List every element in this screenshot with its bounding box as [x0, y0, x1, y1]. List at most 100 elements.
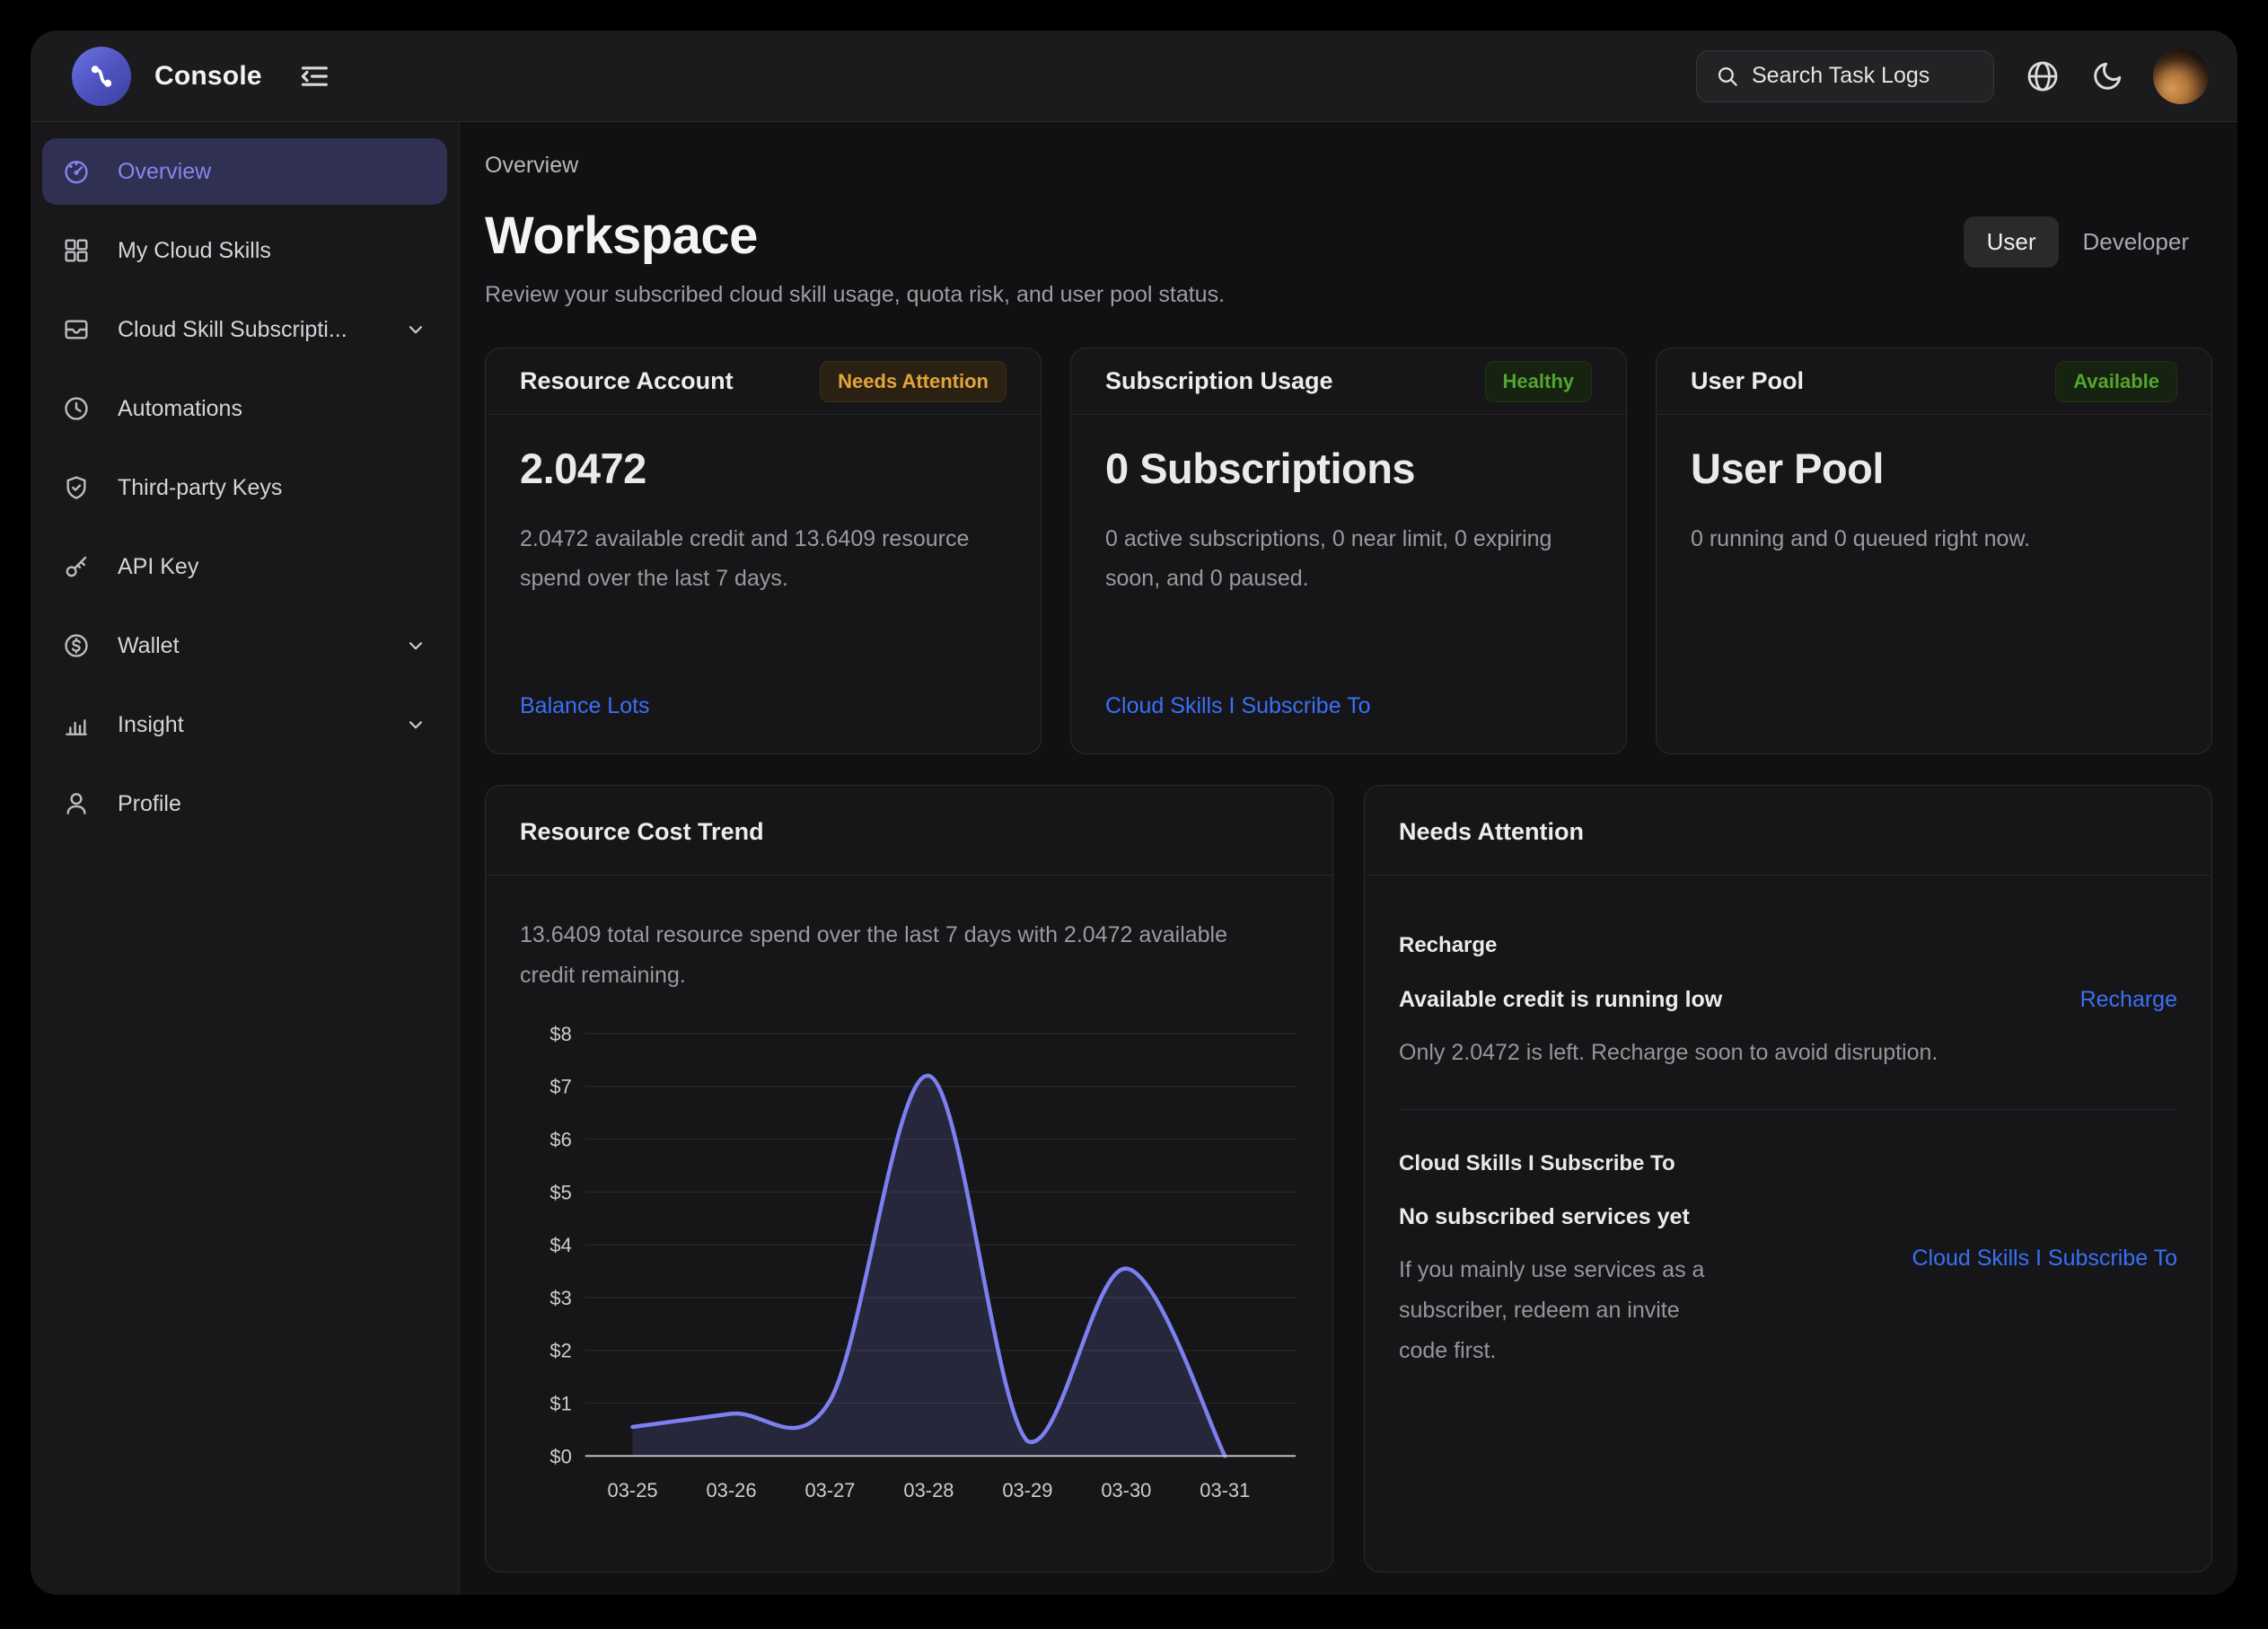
recharge-link[interactable]: Recharge — [2080, 987, 2177, 1013]
user-avatar[interactable] — [2153, 48, 2209, 104]
status-badge: Healthy — [1485, 361, 1592, 402]
console-window: Console Search Task Logs — [31, 31, 2237, 1595]
svg-text:03-30: 03-30 — [1101, 1479, 1151, 1501]
app-logo — [72, 47, 131, 106]
user-icon — [62, 789, 91, 818]
stat-description: 0 active subscriptions, 0 near limit, 0 … — [1105, 520, 1592, 599]
moon-icon — [2091, 59, 2124, 92]
sidebar-collapse-button[interactable] — [296, 58, 332, 94]
divider — [1399, 1109, 2177, 1110]
sidebar-item-cloud-skill-subscriptions[interactable]: Cloud Skill Subscripti... — [42, 296, 447, 363]
main-content: Overview Workspace Review your subscribe… — [460, 122, 2237, 1595]
stat-description: 0 running and 0 queued right now. — [1691, 520, 2177, 559]
card-title: Resource Cost Trend — [520, 818, 764, 845]
attention-section-label: Recharge — [1399, 928, 1938, 964]
stat-description: 2.0472 available credit and 13.6409 reso… — [520, 520, 1007, 599]
bottom-row: Resource Cost Trend 13.6409 total resour… — [485, 785, 2212, 1572]
clock-icon — [62, 394, 91, 423]
theme-toggle-button[interactable] — [2091, 59, 2124, 92]
card-body: 0 Subscriptions 0 active subscriptions, … — [1071, 415, 1626, 753]
card-header: User Pool Available — [1657, 348, 2211, 415]
sidebar-item-label: Overview — [118, 159, 211, 185]
card-body: User Pool 0 running and 0 queued right n… — [1657, 415, 2211, 753]
sidebar-item-third-party-keys[interactable]: Third-party Keys — [42, 454, 447, 521]
card-header: Subscription Usage Healthy — [1071, 348, 1626, 415]
svg-text:$6: $6 — [549, 1129, 571, 1151]
sidebar: Overview My Cloud Skills — [31, 122, 460, 1595]
key-icon — [62, 552, 91, 581]
attention-item-subscriptions: Cloud Skills I Subscribe To No subscribe… — [1399, 1146, 2177, 1372]
sidebar-item-label: My Cloud Skills — [118, 238, 271, 264]
card-header: Needs Attention — [1365, 786, 2211, 876]
attention-item-text: Recharge Available credit is running low… — [1399, 928, 1938, 1073]
sidebar-item-api-key[interactable]: API Key — [42, 533, 447, 600]
card-title: Needs Attention — [1399, 818, 1584, 845]
svg-text:$1: $1 — [549, 1392, 571, 1414]
svg-text:$0: $0 — [549, 1445, 571, 1467]
svg-text:$5: $5 — [549, 1181, 571, 1203]
sidebar-item-label: Cloud Skill Subscripti... — [118, 317, 347, 343]
svg-text:03-25: 03-25 — [608, 1479, 658, 1501]
sidebar-item-insight[interactable]: Insight — [42, 691, 447, 758]
attention-text: If you mainly use services as a subscrib… — [1399, 1250, 1713, 1371]
user-pool-card: User Pool Available User Pool 0 running … — [1656, 348, 2212, 754]
status-badge: Available — [2055, 361, 2177, 402]
chevron-down-icon — [404, 318, 427, 341]
svg-text:$2: $2 — [549, 1340, 571, 1362]
balance-lots-link[interactable]: Balance Lots — [520, 693, 650, 719]
chevron-down-icon — [404, 713, 427, 736]
resource-account-card: Resource Account Needs Attention 2.0472 … — [485, 348, 1042, 754]
chart-description: 13.6409 total resource spend over the la… — [520, 915, 1274, 996]
sidebar-item-my-cloud-skills[interactable]: My Cloud Skills — [42, 217, 447, 284]
view-toggle: User Developer — [1964, 216, 2212, 268]
card-header: Resource Cost Trend — [486, 786, 1332, 876]
stat-value: 2.0472 — [520, 444, 1007, 493]
attention-section-label: Cloud Skills I Subscribe To — [1399, 1146, 1713, 1183]
sidebar-item-profile[interactable]: Profile — [42, 770, 447, 837]
sidebar-item-wallet[interactable]: Wallet — [42, 612, 447, 679]
search-placeholder: Search Task Logs — [1752, 63, 1930, 89]
archive-icon — [62, 315, 91, 344]
breadcrumb: Overview — [485, 153, 2212, 179]
svg-text:$8: $8 — [549, 1023, 571, 1045]
stat-cards-row: Resource Account Needs Attention 2.0472 … — [485, 348, 2212, 754]
sidebar-item-label: Profile — [118, 791, 181, 817]
svg-text:03-31: 03-31 — [1200, 1479, 1250, 1501]
attention-heading: No subscribed services yet — [1399, 1198, 1713, 1237]
svg-text:03-29: 03-29 — [1002, 1479, 1052, 1501]
chevron-down-icon — [404, 634, 427, 657]
svg-text:$7: $7 — [549, 1076, 571, 1098]
card-title: Resource Account — [520, 367, 734, 395]
toggle-developer[interactable]: Developer — [2059, 216, 2212, 268]
toggle-user[interactable]: User — [1964, 216, 2060, 268]
globe-icon — [2025, 58, 2061, 94]
resource-cost-chart: $0$1$2$3$4$5$6$7$803-2503-2603-2703-2803… — [520, 1017, 1298, 1508]
gauge-icon — [62, 157, 91, 186]
sidebar-item-overview[interactable]: Overview — [42, 138, 447, 205]
attention-heading: Available credit is running low — [1399, 981, 1938, 1020]
cloud-skills-subscribe-link[interactable]: Cloud Skills I Subscribe To — [1105, 693, 1371, 719]
attention-text: Only 2.0472 is left. Recharge soon to av… — [1399, 1033, 1938, 1073]
svg-text:$3: $3 — [549, 1287, 571, 1309]
needs-attention-card: Needs Attention Recharge Available credi… — [1364, 785, 2212, 1572]
subscription-usage-card: Subscription Usage Healthy 0 Subscriptio… — [1070, 348, 1627, 754]
language-button[interactable] — [2025, 58, 2061, 94]
card-header: Resource Account Needs Attention — [486, 348, 1041, 415]
dollar-circle-icon — [62, 631, 91, 660]
stat-value: 0 Subscriptions — [1105, 444, 1592, 493]
desktop-background: Console Search Task Logs — [0, 0, 2268, 1629]
stat-value: User Pool — [1691, 444, 2177, 493]
page-header: Workspace Review your subscribed cloud s… — [485, 206, 2212, 308]
shield-check-icon — [62, 473, 91, 502]
topbar: Console Search Task Logs — [31, 31, 2237, 122]
card-title: Subscription Usage — [1105, 367, 1333, 395]
sidebar-item-label: Wallet — [118, 633, 180, 659]
search-icon — [1715, 64, 1739, 88]
sidebar-item-automations[interactable]: Automations — [42, 375, 447, 442]
search-task-logs-input[interactable]: Search Task Logs — [1696, 50, 1994, 102]
collapse-sidebar-icon — [296, 58, 332, 94]
card-body: 2.0472 2.0472 available credit and 13.64… — [486, 415, 1041, 753]
cloud-skills-subscribe-link[interactable]: Cloud Skills I Subscribe To — [1912, 1246, 2177, 1272]
attention-item-text: Cloud Skills I Subscribe To No subscribe… — [1399, 1146, 1713, 1372]
page-subtitle: Review your subscribed cloud skill usage… — [485, 282, 1225, 308]
